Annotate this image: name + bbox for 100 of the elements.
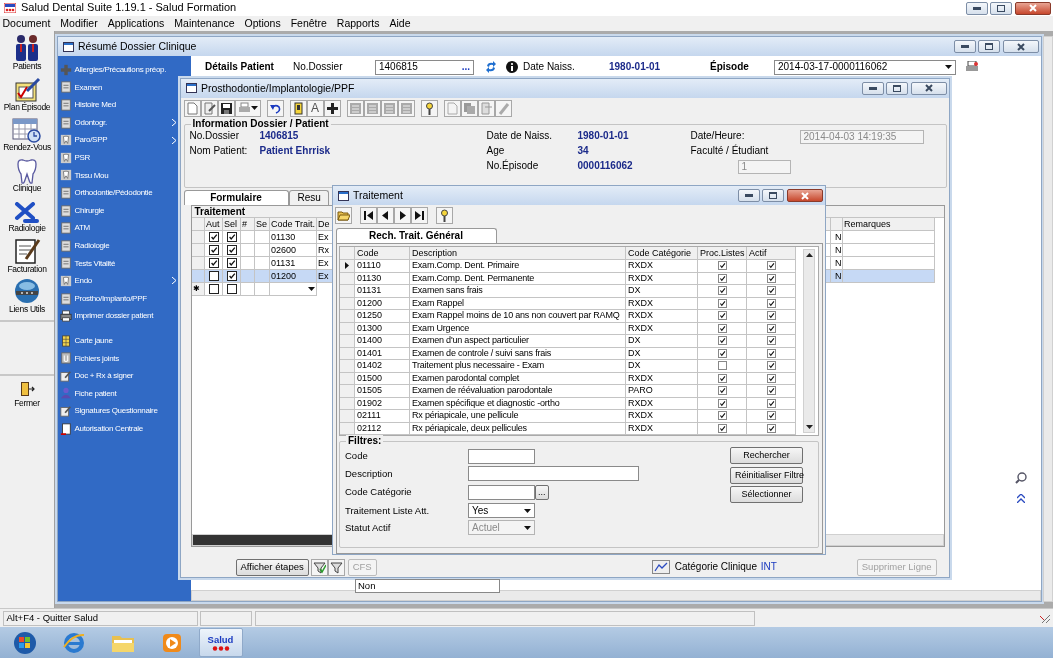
filter-action-button[interactable]: Réinitialiser Filtre xyxy=(730,466,803,484)
checkbox[interactable] xyxy=(717,398,727,408)
checkbox[interactable] xyxy=(766,323,776,333)
checkbox[interactable] xyxy=(226,271,237,282)
minimize-button[interactable] xyxy=(953,40,976,53)
lookup-button[interactable]: ... xyxy=(535,484,549,500)
checkbox[interactable] xyxy=(717,273,727,283)
checkbox[interactable] xyxy=(226,284,237,295)
checkbox[interactable] xyxy=(208,271,219,282)
dropdown-option[interactable]: Non xyxy=(356,580,499,592)
nav-item[interactable]: ATM xyxy=(58,219,92,237)
last-button[interactable] xyxy=(411,206,428,224)
close-button[interactable] xyxy=(1014,1,1051,15)
nav-item[interactable]: Fiche patient xyxy=(58,384,119,403)
maximize-button[interactable] xyxy=(886,81,908,95)
key-button[interactable] xyxy=(436,206,453,224)
minimize-button[interactable] xyxy=(737,189,760,202)
table-cell[interactable]: 01200 xyxy=(270,270,317,284)
note-button[interactable] xyxy=(289,99,307,117)
row-header-cell[interactable] xyxy=(192,270,205,284)
dropdown-field[interactable]: Yes xyxy=(468,503,535,518)
menu-item[interactable]: Options xyxy=(244,17,281,30)
table-cell[interactable]: 02600 xyxy=(270,244,317,258)
lookup-button[interactable]: ... xyxy=(461,61,470,73)
checkbox[interactable] xyxy=(766,298,776,308)
minimize-button[interactable] xyxy=(965,1,988,15)
nav-item[interactable]: Allergies/Précautions préop. xyxy=(58,61,169,79)
maximize-button[interactable] xyxy=(762,189,784,202)
row-header-cell[interactable] xyxy=(340,260,355,273)
sidebar-item[interactable]: Plan Épisode xyxy=(3,74,51,112)
checkbox[interactable] xyxy=(717,348,727,358)
nav-item[interactable]: Fichiers joints xyxy=(58,349,121,368)
maximize-button[interactable] xyxy=(990,1,1012,15)
checkbox[interactable] xyxy=(766,273,776,283)
checkbox[interactable] xyxy=(717,323,727,333)
menu-item[interactable]: Document xyxy=(2,17,51,30)
column-header[interactable]: Se xyxy=(255,218,270,232)
nav-item[interactable]: Radiologie xyxy=(58,236,112,255)
checkbox[interactable] xyxy=(717,411,727,421)
nav-item[interactable]: Examen xyxy=(58,78,105,97)
checkbox[interactable] xyxy=(717,386,727,396)
dossier-field[interactable]: 1406815 ... xyxy=(375,59,474,75)
menu-item[interactable]: Modifier xyxy=(60,17,98,30)
checkbox[interactable] xyxy=(766,373,776,383)
checkbox[interactable] xyxy=(717,336,727,346)
checkbox[interactable] xyxy=(717,311,727,321)
row-header-cell[interactable] xyxy=(340,385,355,398)
checkbox[interactable] xyxy=(766,348,776,358)
checkbox[interactable] xyxy=(226,232,237,243)
checkbox[interactable] xyxy=(766,361,776,371)
checkbox[interactable] xyxy=(208,245,219,256)
nav-item[interactable]: Orthodontie/Pédodontie xyxy=(58,184,155,202)
close-button[interactable] xyxy=(786,189,823,202)
checkbox[interactable] xyxy=(717,361,727,371)
input-field[interactable] xyxy=(468,466,639,481)
sidebar-item[interactable]: Radiologie xyxy=(8,195,46,234)
row-header-cell[interactable] xyxy=(192,244,205,258)
vertical-scrollbar[interactable] xyxy=(1043,36,1053,602)
nav-item[interactable]: Chirurgie xyxy=(58,201,107,220)
nav-item[interactable]: Tests Vitalité xyxy=(58,254,118,273)
checkbox[interactable] xyxy=(766,411,776,421)
print-button[interactable] xyxy=(234,99,261,117)
table-cell[interactable]: 01131 xyxy=(270,257,317,271)
nav-item[interactable]: Imprimer dossier patient xyxy=(58,307,156,325)
input-field[interactable] xyxy=(468,448,535,464)
sidebar-item[interactable]: Liens Utils xyxy=(9,276,45,315)
close-button[interactable] xyxy=(910,81,947,95)
code-dropdown[interactable] xyxy=(270,283,317,297)
maximize-button[interactable] xyxy=(978,40,1000,53)
input-field[interactable] xyxy=(468,484,535,500)
close-button[interactable] xyxy=(1002,40,1039,53)
row-header-cell[interactable] xyxy=(340,410,355,423)
checkbox[interactable] xyxy=(717,286,727,296)
menu-item[interactable]: Rapports xyxy=(336,17,380,30)
filter-button[interactable] xyxy=(311,558,329,576)
checkbox[interactable] xyxy=(766,398,776,408)
checkbox[interactable] xyxy=(208,284,219,295)
checkbox[interactable] xyxy=(766,261,776,271)
nav-item[interactable]: Autorisation Centrale xyxy=(58,419,145,438)
column-header[interactable]: Aut xyxy=(205,218,223,232)
checkbox[interactable] xyxy=(717,298,727,308)
menu-item[interactable]: Aide xyxy=(389,17,411,30)
column-header[interactable]: Remarques xyxy=(843,218,935,232)
nav-item[interactable]: Carte jaune xyxy=(58,331,115,350)
tab[interactable]: Resu xyxy=(288,190,329,206)
table-cell[interactable]: 01130 xyxy=(270,231,317,245)
row-header-cell[interactable] xyxy=(340,335,355,348)
episode-dropdown[interactable]: 2014-03-17-0000116062 xyxy=(774,59,956,75)
vertical-scrollbar[interactable] xyxy=(803,249,815,433)
next-button[interactable] xyxy=(394,206,411,224)
nav-item[interactable]: Doc + Rx à signer xyxy=(58,367,136,385)
checkbox[interactable] xyxy=(226,258,237,269)
horizontal-scrollbar[interactable] xyxy=(191,590,1041,601)
tab[interactable]: Formulaire xyxy=(183,190,289,206)
filter-button[interactable] xyxy=(328,558,346,576)
nav-item[interactable]: Signatures Questionnaire xyxy=(58,402,160,420)
nav-item[interactable]: Tissu Mou xyxy=(58,166,111,185)
filter-action-button[interactable]: Rechercher xyxy=(730,447,803,464)
column-header[interactable]: Code Catégorie xyxy=(626,247,698,260)
checkbox[interactable] xyxy=(766,336,776,346)
